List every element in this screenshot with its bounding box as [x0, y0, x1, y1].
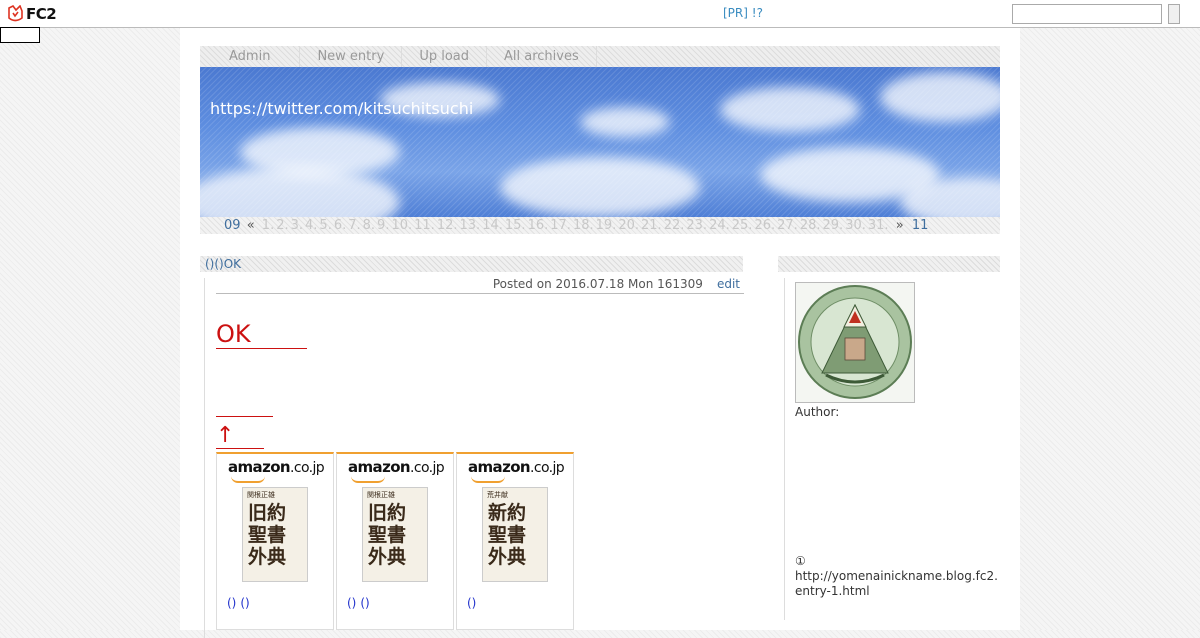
sidebar-left-rule — [784, 278, 785, 620]
calendar-day: 4. — [305, 218, 318, 233]
calendar-arrow-left: « — [246, 218, 255, 233]
book-cover[interactable]: 関根正雄 旧約聖書外典 — [362, 487, 428, 582]
amazon-logo: amazon.co.jp — [468, 458, 565, 476]
entry-posted-date: Posted on 2016.07.18 Mon 161309 — [492, 277, 703, 291]
amazon-links: () () — [347, 596, 374, 610]
calendar-day: 6. — [333, 218, 347, 233]
menu-item-new-entry[interactable]: New entry — [300, 46, 403, 67]
calendar-day: 12. — [436, 218, 458, 233]
calendar-day: 5. — [319, 218, 332, 233]
pr-link[interactable]: [PR] !? — [723, 6, 763, 20]
calendar-day: 27. — [777, 218, 798, 233]
calendar-day: 31. — [867, 218, 889, 233]
red-underline — [216, 416, 273, 417]
amazon-logo: amazon.co.jp — [228, 458, 325, 476]
amazon-link[interactable]: () — [240, 596, 249, 610]
edit-link[interactable]: edit — [717, 277, 740, 291]
book-cover[interactable]: 荒井献 新約聖書外典 — [482, 487, 548, 582]
book-author: 関根正雄 — [367, 491, 395, 499]
fc2-logo[interactable]: FC2 — [7, 4, 57, 23]
entry-title-bar: ()()OK — [200, 256, 743, 272]
calendar-day: 14. — [482, 218, 503, 233]
skip-link-box[interactable] — [0, 27, 40, 43]
book-title: 旧約聖書外典 — [248, 502, 287, 568]
calendar-day: 28. — [799, 218, 821, 233]
calendar-day: 10. — [391, 218, 413, 233]
calendar-day: 19. — [595, 218, 617, 233]
calendar-day: 29. — [822, 218, 844, 233]
amazon-widgets: amazon.co.jp 関根正雄 旧約聖書外典 () () amazon.co.… — [216, 452, 576, 630]
profile-note: ① http://yomenainickname.blog.fc2. entry… — [795, 554, 1005, 599]
calendar-strip: 09 « 1. 2. 3. 4. 5. 6. 7. 8. 9. 10. 11. 12. 13. 14. 15… — [200, 217, 1000, 234]
amazon-links: () — [467, 596, 480, 610]
calendar-day: 23. — [686, 218, 708, 233]
calendar-day: 1. — [261, 218, 275, 233]
calendar-day: 24. — [709, 218, 730, 233]
blog-title[interactable]: https://twitter.com/kitsuchitsuchi — [210, 99, 473, 118]
calendar-arrow-right: » — [895, 218, 904, 233]
book-author: 関根正雄 — [247, 491, 275, 499]
profile-image — [795, 282, 915, 403]
up-arrow: ↑ — [216, 424, 264, 449]
blog-menu: Admin New entry Up load All archives — [200, 46, 1000, 67]
calendar-day: 11. — [414, 218, 435, 233]
page-wrapper: Admin New entry Up load All archives htt… — [180, 28, 1020, 638]
menu-item-admin[interactable]: Admin — [200, 46, 301, 67]
amazon-smile-icon — [471, 476, 505, 483]
calendar-day: 17. — [550, 218, 571, 233]
calendar-day: 8. — [362, 218, 376, 233]
note-number: ① — [795, 554, 806, 568]
sidebar-title-bar — [778, 256, 1000, 272]
header-stripe-overlay — [200, 67, 1000, 217]
amazon-link[interactable]: () — [467, 596, 476, 610]
fc2-fox-icon — [8, 4, 23, 21]
amazon-links: () () — [227, 596, 254, 610]
calendar-day: 16. — [527, 218, 549, 233]
calendar-day: 2. — [276, 218, 289, 233]
book-title: 新約聖書外典 — [488, 502, 527, 568]
book-cover[interactable]: 関根正雄 旧約聖書外典 — [242, 487, 308, 582]
amazon-link[interactable]: () — [227, 596, 236, 610]
amazon-card: amazon.co.jp 関根正雄 旧約聖書外典 () () — [336, 452, 454, 630]
entry-heading: OK — [216, 320, 307, 349]
entry-meta: Posted on 2016.07.18 Mon 161309 edit — [216, 276, 744, 294]
note-url-2[interactable]: entry-1.html — [795, 584, 1005, 599]
calendar-day: 7. — [348, 218, 361, 233]
amazon-smile-icon — [351, 476, 385, 483]
great-seal-icon — [798, 285, 912, 399]
calendar-day: 15. — [504, 218, 526, 233]
entry-left-rule — [204, 278, 205, 638]
calendar-next-month[interactable]: 11 — [912, 218, 929, 233]
calendar-day: 3. — [290, 218, 304, 233]
menu-item-all-archives[interactable]: All archives — [487, 46, 597, 67]
menu-item-upload[interactable]: Up load — [402, 46, 487, 67]
entry-title[interactable]: ()()OK — [205, 256, 241, 272]
note-url[interactable]: http://yomenainickname.blog.fc2. — [795, 569, 1005, 584]
calendar-day: 22. — [663, 218, 685, 233]
amazon-link[interactable]: () — [347, 596, 356, 610]
blog-header-banner: https://twitter.com/kitsuchitsuchi — [200, 67, 1000, 217]
calendar-day: 25. — [731, 218, 753, 233]
amazon-logo: amazon.co.jp — [348, 458, 445, 476]
fc2-logo-text: FC2 — [26, 4, 57, 23]
amazon-link[interactable]: () — [360, 596, 369, 610]
book-title: 旧約聖書外典 — [368, 502, 407, 568]
calendar-day: 30. — [845, 218, 866, 233]
calendar-day: 13. — [459, 218, 481, 233]
fc2-top-bar: FC2 [PR] !? — [0, 0, 1200, 28]
search-input[interactable] — [1012, 4, 1162, 24]
amazon-smile-icon — [231, 476, 265, 483]
amazon-card: amazon.co.jp 荒井献 新約聖書外典 () — [456, 452, 574, 630]
calendar-day: 9. — [377, 218, 390, 233]
search-button[interactable] — [1168, 4, 1180, 24]
author-label: Author: — [795, 405, 840, 419]
amazon-card: amazon.co.jp 関根正雄 旧約聖書外典 () () — [216, 452, 334, 630]
book-author: 荒井献 — [487, 491, 508, 499]
calendar-day: 18. — [572, 218, 594, 233]
calendar-day: 26. — [754, 218, 776, 233]
calendar-day: 20. — [618, 218, 640, 233]
calendar-prev-month[interactable]: 09 — [224, 218, 241, 233]
calendar-day: 21. — [641, 218, 662, 233]
calendar-days: 1. 2. 3. 4. 5. 6. 7. 8. 9. 10. 11. 12. 13. 14. 15. 16. 1… — [261, 218, 890, 233]
